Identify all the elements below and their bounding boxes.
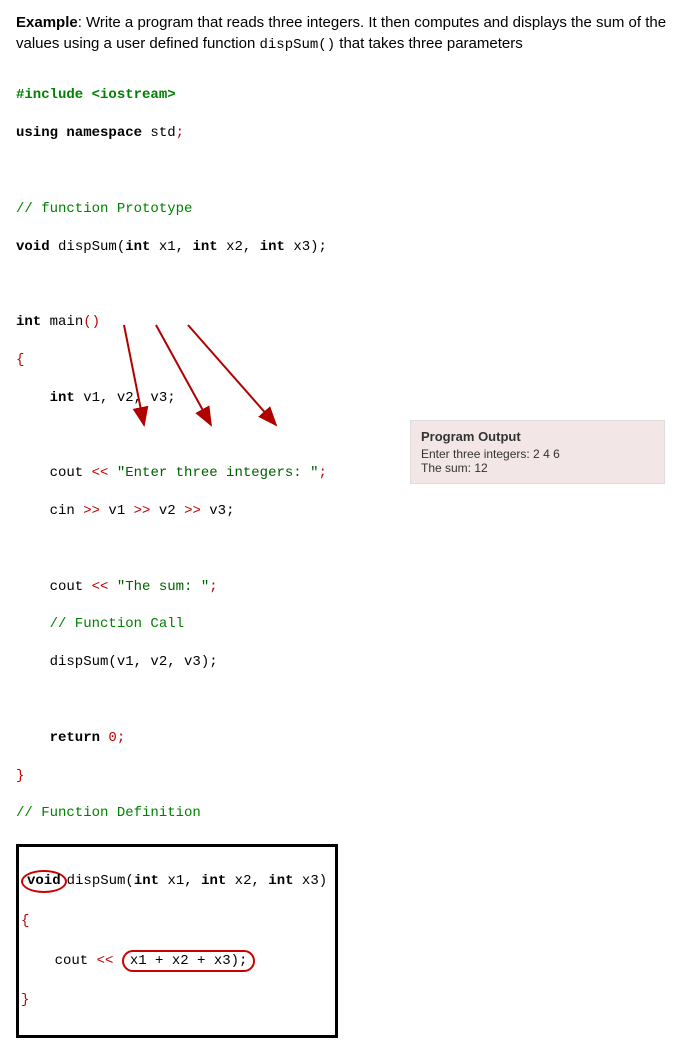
code-string-sum: "The sum: ": [108, 579, 209, 595]
code-v1: v1: [100, 503, 134, 519]
code-int-d2: int: [201, 873, 226, 889]
code-brace-close-1: }: [16, 768, 24, 784]
code-int-main: int: [16, 314, 41, 330]
code-int-vars: int: [16, 390, 75, 406]
code-brace-open-2: {: [21, 913, 29, 929]
void-circle-annotation: void: [21, 870, 67, 893]
code-dx2: x2,: [226, 873, 268, 889]
code-cin: cin: [16, 503, 83, 519]
example-funcname: dispSum(): [260, 37, 336, 53]
code-main: main: [41, 314, 83, 330]
code-comment-call: // Function Call: [16, 616, 184, 632]
code-gtgt-1: >>: [83, 503, 100, 519]
code-iostream: <iostream>: [83, 87, 175, 103]
code-int-d1: int: [134, 873, 159, 889]
code-v2: v2: [150, 503, 184, 519]
code-int-p2: int: [192, 239, 217, 255]
code-ltlt-1: <<: [92, 465, 109, 481]
code-int-d3: int: [268, 873, 293, 889]
code-semi-1: ;: [176, 125, 184, 141]
code-block: #include <iostream> using namespace std;…: [0, 64, 700, 1057]
output-line-2: The sum: 12: [421, 461, 654, 475]
code-cout-1: cout: [16, 465, 92, 481]
output-title: Program Output: [421, 429, 654, 444]
code-x1: x1,: [150, 239, 192, 255]
code-return: return: [16, 730, 108, 746]
code-int-p1: int: [125, 239, 150, 255]
code-main-parens: (): [83, 314, 100, 330]
code-brace-open-1: {: [16, 352, 24, 368]
code-gtgt-3: >>: [184, 503, 201, 519]
code-zero: 0: [108, 730, 116, 746]
code-dispsum-proto: dispSum(: [50, 239, 126, 255]
code-vars: v1, v2, v3;: [75, 390, 176, 406]
code-comment-proto: // function Prototype: [16, 201, 192, 217]
code-void-2: void: [27, 873, 61, 889]
code-cout-2: cout: [16, 579, 92, 595]
code-call-dispsum: dispSum(v1, v2, v3);: [16, 654, 218, 670]
example-label: Example: [16, 14, 78, 31]
definition-box: voiddispSum(int x1, int x2, int x3) { co…: [16, 844, 338, 1038]
code-brace-close-2: }: [21, 992, 29, 1008]
code-semi-2: ;: [318, 465, 326, 481]
code-ltlt-2: <<: [92, 579, 109, 595]
program-output-box: Program Output Enter three integers: 2 4…: [410, 420, 665, 484]
code-space: [113, 953, 121, 969]
code-ltlt-3: <<: [97, 953, 114, 969]
code-dx3: x3): [294, 873, 328, 889]
code-include: #include: [16, 87, 83, 103]
code-x2: x2,: [218, 239, 260, 255]
code-v3: v3;: [201, 503, 235, 519]
output-line-1: Enter three integers: 2 4 6: [421, 447, 654, 461]
code-dx1: x1,: [159, 873, 201, 889]
code-sum-expr: x1 + x2 + x3);: [130, 953, 248, 969]
code-gtgt-2: >>: [134, 503, 151, 519]
code-comment-defn: // Function Definition: [16, 805, 201, 821]
expression-circle-annotation: x1 + x2 + x3);: [122, 950, 256, 973]
example-text-2: that takes three parameters: [335, 35, 523, 52]
code-using: using namespace: [16, 125, 150, 141]
code-dispsum-defn: dispSum(: [67, 873, 134, 889]
example-description: Example: Write a program that reads thre…: [0, 0, 700, 64]
code-int-p3: int: [260, 239, 285, 255]
code-std: std: [150, 125, 175, 141]
code-semi-4: ;: [117, 730, 125, 746]
code-x3: x3);: [285, 239, 327, 255]
code-cout-3: cout: [21, 953, 97, 969]
code-semi-3: ;: [209, 579, 217, 595]
code-string-prompt: "Enter three integers: ": [108, 465, 318, 481]
code-void-1: void: [16, 239, 50, 255]
